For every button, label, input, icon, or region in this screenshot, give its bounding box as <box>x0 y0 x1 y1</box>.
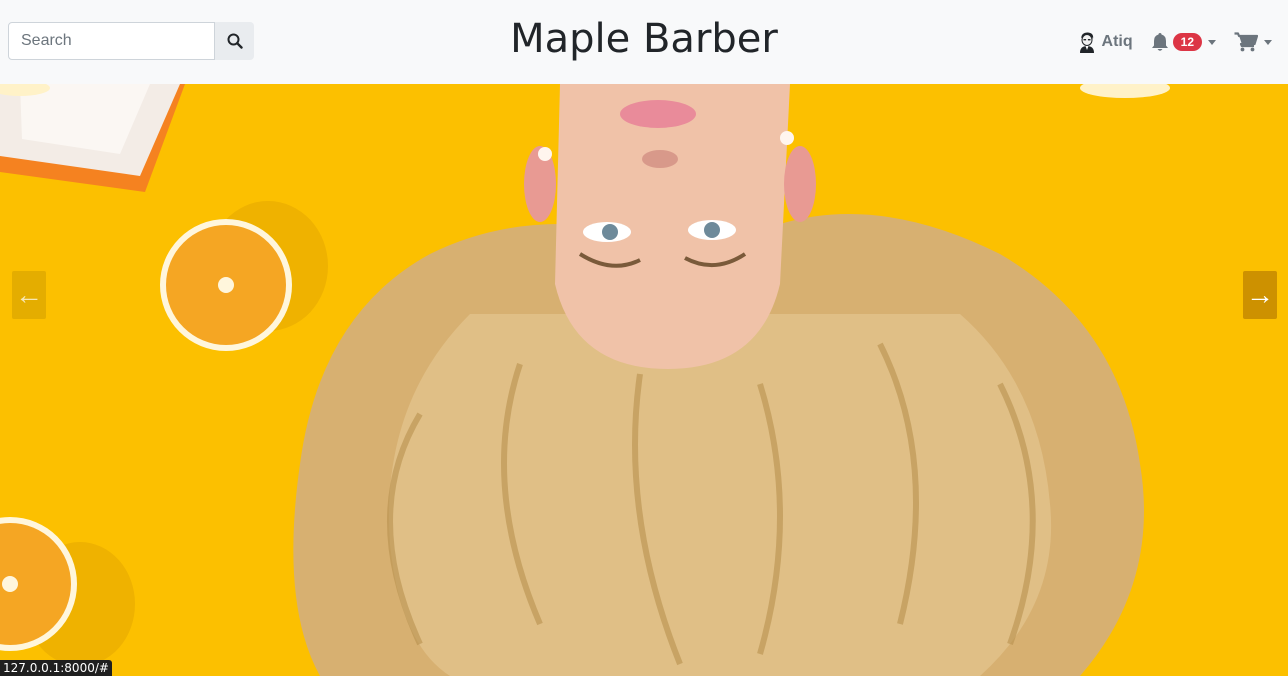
chevron-down-icon <box>1264 39 1272 45</box>
cart-dropdown[interactable] <box>1234 32 1272 52</box>
cart-icon <box>1234 32 1258 52</box>
notification-badge: 12 <box>1172 33 1202 51</box>
bell-icon <box>1151 33 1168 51</box>
chevron-down-icon <box>1208 39 1216 45</box>
carousel-next-button[interactable]: → <box>1243 271 1277 319</box>
user-menu[interactable]: Atiq <box>1078 31 1133 53</box>
hero-image <box>0 84 1288 676</box>
hero-carousel: ← → <box>0 84 1288 676</box>
user-avatar-icon <box>1079 32 1094 53</box>
notifications-dropdown[interactable]: 12 <box>1151 32 1216 52</box>
status-bar-url: 127.0.0.1:8000/# <box>0 660 112 676</box>
user-name: Atiq <box>1101 33 1133 50</box>
navbar-right: Atiq 12 <box>1078 28 1272 56</box>
carousel-prev-button[interactable]: ← <box>12 271 46 319</box>
navbar: Maple Barber Atiq 12 <box>0 0 1288 84</box>
brand-title[interactable]: Maple Barber <box>510 13 778 65</box>
